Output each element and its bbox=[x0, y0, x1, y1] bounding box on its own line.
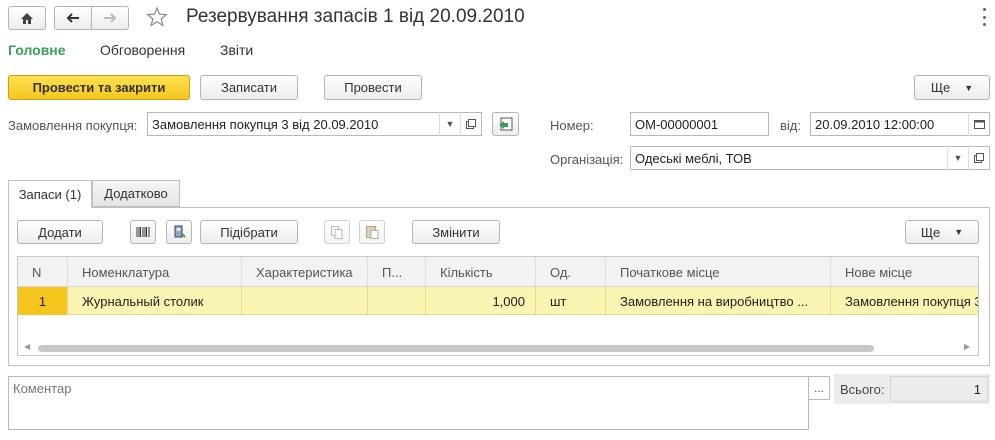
tab-stocks[interactable]: Запаси (1) bbox=[8, 180, 92, 208]
more-menu-icon[interactable] bbox=[980, 8, 988, 26]
comment-ellipsis-button[interactable]: ... bbox=[809, 376, 830, 400]
header-new-place[interactable]: Нове місце bbox=[831, 257, 978, 287]
post-and-close-button[interactable]: Провести та закрити bbox=[8, 75, 190, 100]
total-value-field: 1 bbox=[890, 376, 988, 402]
number-label: Номер: bbox=[550, 118, 594, 133]
scrollbar-thumb[interactable] bbox=[38, 345, 874, 352]
total-label: Всього: bbox=[840, 382, 885, 397]
scanner-icon bbox=[174, 225, 186, 238]
stocks-table: N Номенклатура Характеристика П... Кільк… bbox=[17, 256, 979, 356]
total-value: 1 bbox=[973, 381, 981, 397]
back-button[interactable] bbox=[54, 6, 92, 30]
organization-value: Одеські меблі, ТОВ bbox=[635, 150, 752, 166]
calendar-icon[interactable] bbox=[968, 112, 989, 136]
header-n[interactable]: N bbox=[18, 257, 68, 287]
number-value: ОМ-00000001 bbox=[635, 116, 719, 132]
section-reports[interactable]: Звіти bbox=[220, 42, 253, 58]
order-field[interactable]: Замовлення покупця 3 від 20.09.2010 ▼ bbox=[147, 112, 482, 136]
order-value: Замовлення покупця 3 від 20.09.2010 bbox=[152, 116, 379, 132]
organization-field[interactable]: Одеські меблі, ТОВ ▼ bbox=[630, 146, 990, 170]
scroll-right-icon[interactable]: ▶ bbox=[964, 342, 970, 351]
cell-p bbox=[368, 287, 426, 315]
dropdown-arrow-icon: ▼ bbox=[954, 227, 964, 237]
section-discussion[interactable]: Обговорення bbox=[100, 42, 185, 58]
copy-icon bbox=[331, 225, 343, 239]
home-button[interactable] bbox=[8, 6, 46, 30]
cell-nomenclature: Журнальный столик bbox=[68, 287, 242, 315]
dropdown-arrow-icon[interactable]: ▼ bbox=[947, 146, 968, 170]
number-field[interactable]: ОМ-00000001 bbox=[630, 112, 769, 136]
comment-field[interactable] bbox=[8, 376, 809, 430]
pick-button[interactable]: Підібрати bbox=[200, 220, 298, 244]
add-button[interactable]: Додати bbox=[17, 220, 103, 244]
header-unit[interactable]: Од. bbox=[536, 257, 606, 287]
barcode-button[interactable] bbox=[130, 220, 156, 244]
section-main[interactable]: Головне bbox=[8, 42, 66, 58]
scroll-left-icon[interactable]: ◀ bbox=[24, 342, 30, 351]
paste-button[interactable] bbox=[359, 220, 385, 244]
fill-from-order-button[interactable] bbox=[492, 112, 519, 136]
cell-quantity: 1,000 bbox=[426, 287, 536, 315]
table-row[interactable]: 1 Журнальный столик 1,000 шт Замовлення … bbox=[18, 287, 979, 315]
home-icon bbox=[21, 12, 33, 24]
header-quantity[interactable]: Кількість bbox=[426, 257, 536, 287]
more-label: Ще bbox=[930, 80, 951, 95]
date-value: 20.09.2010 12:00:00 bbox=[815, 116, 935, 132]
arrow-right-icon bbox=[104, 13, 117, 23]
fill-document-icon bbox=[498, 117, 512, 131]
date-field[interactable]: 20.09.2010 12:00:00 bbox=[810, 112, 990, 136]
organization-label: Організація: bbox=[550, 152, 624, 167]
header-initial-place[interactable]: Початкове місце bbox=[606, 257, 831, 287]
total-label-box: Всього: 1 bbox=[834, 374, 990, 404]
barcode-icon bbox=[136, 227, 150, 237]
header-nomenclature[interactable]: Номенклатура bbox=[68, 257, 242, 287]
cell-initial-place: Замовлення на виробництво ... bbox=[606, 287, 831, 315]
open-icon[interactable] bbox=[460, 112, 481, 136]
header-p[interactable]: П... bbox=[368, 257, 426, 287]
order-label: Замовлення покупця: bbox=[8, 118, 138, 133]
cell-unit: шт bbox=[536, 287, 606, 315]
change-button[interactable]: Змінити bbox=[412, 220, 500, 244]
header-characteristic[interactable]: Характеристика bbox=[242, 257, 368, 287]
data-collection-button[interactable] bbox=[166, 220, 192, 244]
open-icon[interactable] bbox=[968, 146, 989, 170]
post-button[interactable]: Провести bbox=[324, 75, 422, 100]
date-label: від: bbox=[780, 118, 801, 133]
cell-characteristic bbox=[242, 287, 368, 315]
tab-additional[interactable]: Додатково bbox=[92, 180, 180, 207]
more-button[interactable]: Ще ▼ bbox=[914, 75, 990, 100]
save-button[interactable]: Записати bbox=[200, 75, 298, 100]
favorite-star-icon[interactable] bbox=[146, 6, 168, 28]
horizontal-scrollbar[interactable]: ◀ ▶ bbox=[18, 341, 978, 355]
forward-button[interactable] bbox=[91, 6, 129, 30]
paste-icon bbox=[365, 226, 378, 239]
table-header: N Номенклатура Характеристика П... Кільк… bbox=[18, 257, 978, 287]
cell-n: 1 bbox=[18, 287, 68, 315]
table-more-label: Ще bbox=[920, 224, 941, 240]
arrow-left-icon bbox=[66, 13, 79, 23]
table-more-button[interactable]: Ще ▼ bbox=[905, 220, 979, 244]
dropdown-arrow-icon[interactable]: ▼ bbox=[439, 112, 460, 136]
cell-new-place: Замовлення покупця 3 bbox=[845, 293, 979, 309]
copy-button[interactable] bbox=[324, 220, 350, 244]
tab-panel: Додати Підібрати Змінити Ще ▼ N Номенкла… bbox=[8, 207, 990, 366]
window-title: Резервування запасів 1 від 20.09.2010 bbox=[186, 6, 525, 27]
dropdown-arrow-icon: ▼ bbox=[964, 82, 974, 93]
